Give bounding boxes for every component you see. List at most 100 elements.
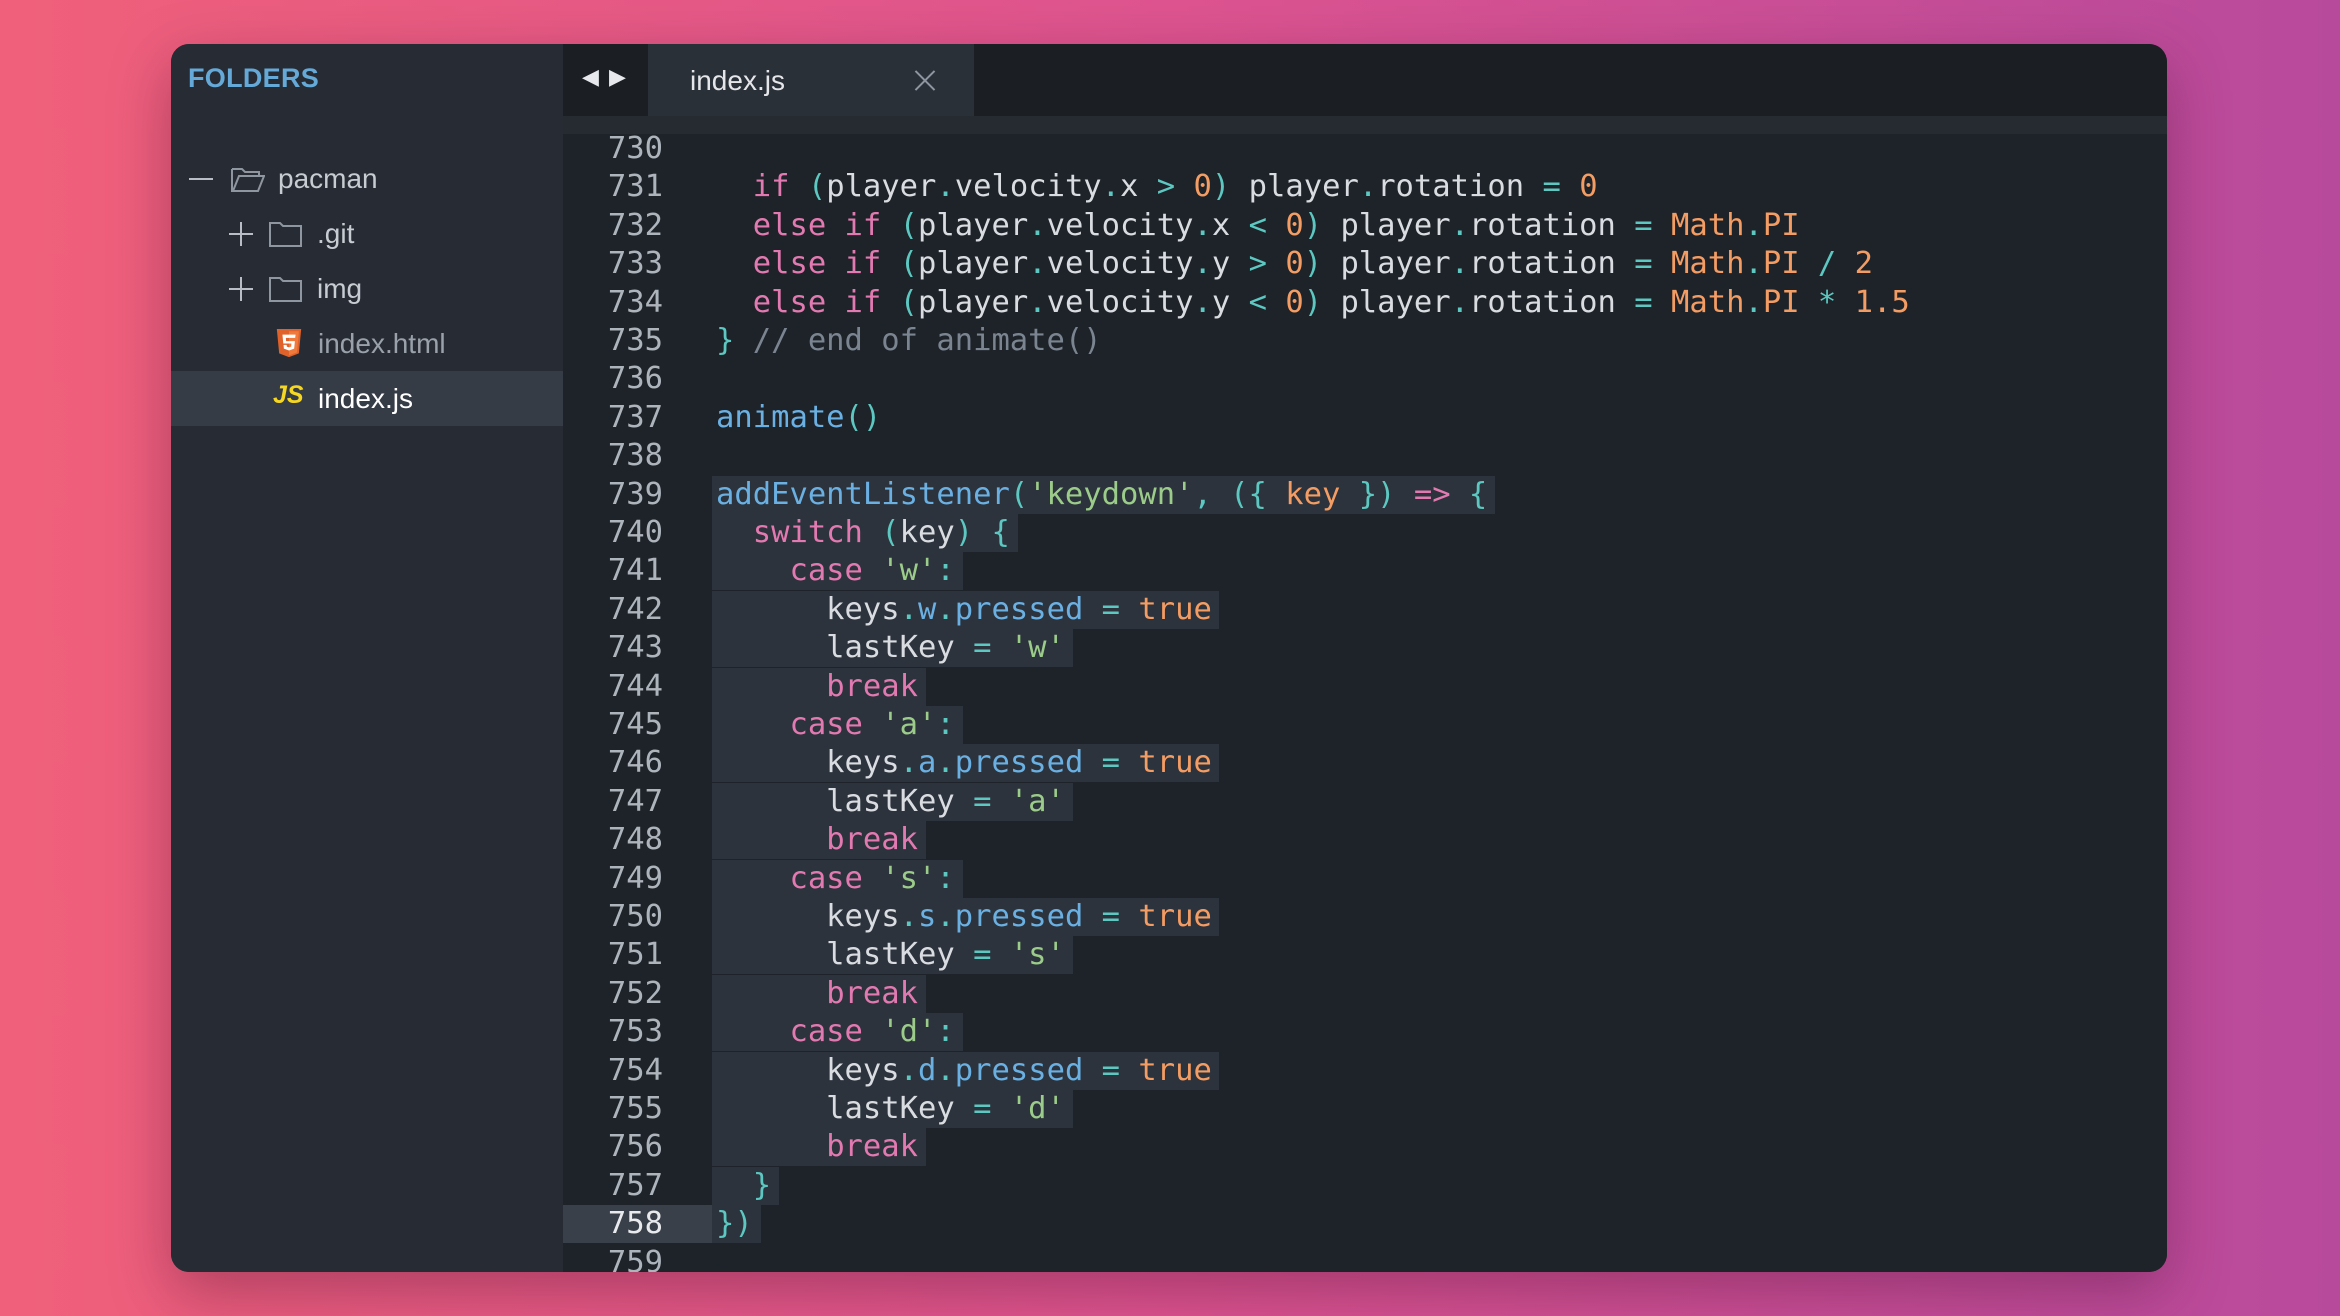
code-token: 's' (881, 860, 937, 896)
code-token: true (1138, 591, 1212, 627)
code-token: // end of animate() (752, 323, 1102, 358)
code-token: 'keydown' (1028, 476, 1194, 512)
code-token: case (789, 860, 882, 896)
code-token: = (973, 937, 1010, 973)
code-token: 'a' (881, 707, 937, 742)
code-line[interactable]: animate() (716, 399, 881, 437)
code-line[interactable]: keys.s.pressed = true (716, 898, 1212, 936)
expand-icon[interactable] (229, 222, 253, 246)
code-line[interactable]: break (716, 975, 918, 1013)
code-token: case (789, 1014, 882, 1050)
code-token: true (1138, 899, 1212, 934)
code-line[interactable]: addEventListener('keydown', ({ key }) =>… (716, 476, 1487, 514)
code-token: lastKey (716, 630, 974, 666)
line-number: 759 (607, 1244, 663, 1272)
code-line[interactable]: } // end of animate() (716, 322, 1102, 360)
code-line[interactable]: keys.d.pressed = true (716, 1052, 1212, 1090)
close-icon[interactable] (914, 69, 936, 91)
code-token: player (1248, 169, 1359, 205)
code-token: keys (716, 1052, 900, 1088)
tree-item-pacman[interactable]: pacman (171, 151, 563, 206)
code-line[interactable]: lastKey = 'a' (716, 783, 1065, 821)
line-number: 754 (607, 1052, 663, 1088)
code-token: . (1028, 207, 1047, 243)
line-number: 755 (607, 1091, 663, 1126)
tab-bar-divider (563, 116, 2167, 134)
code-token: true (1138, 745, 1212, 781)
folder-open-icon (231, 168, 265, 192)
tab-label: index.js (690, 65, 785, 96)
code-token: . (1744, 284, 1763, 320)
code-line[interactable]: break (716, 821, 918, 859)
collapse-icon[interactable] (189, 167, 213, 191)
tab-index-js[interactable]: index.js (648, 44, 974, 116)
code-token: 0 (1285, 246, 1304, 282)
sidebar-header: FOLDERS (188, 63, 320, 93)
code-line[interactable]: } (716, 1167, 771, 1205)
code-token: : (936, 860, 955, 896)
code-token: ( (899, 207, 919, 243)
code-token: PI (1762, 284, 1818, 320)
code-token: < (1248, 284, 1286, 320)
code-line[interactable]: lastKey = 's' (716, 936, 1065, 974)
code-token: . (1450, 246, 1469, 282)
line-number: 753 (607, 1014, 663, 1050)
code-line[interactable]: case 'a': (716, 706, 954, 744)
code-token: { (1468, 476, 1488, 512)
code-token: key (1285, 476, 1341, 512)
forward-arrow-icon[interactable]: ▶ (609, 64, 626, 90)
code-line[interactable]: keys.a.pressed = true (716, 744, 1212, 782)
code-line[interactable]: else if (player.velocity.x < 0) player.r… (716, 207, 1800, 245)
code-token: () (844, 399, 882, 435)
folder-icon (269, 222, 302, 247)
code-token: ( (1009, 476, 1029, 512)
code-line[interactable]: else if (player.velocity.y < 0) player.r… (716, 284, 1910, 322)
code-token: case (789, 553, 882, 589)
code-token: . (1744, 207, 1763, 243)
code-token: 'd' (1009, 1091, 1065, 1126)
line-number: 739 (607, 476, 663, 512)
code-line[interactable]: else if (player.velocity.y > 0) player.r… (716, 245, 1873, 283)
code-token: . (899, 745, 919, 781)
code-token: animate (716, 399, 845, 435)
code-line[interactable]: case 'd': (716, 1013, 954, 1051)
code-line[interactable]: switch (key) { (716, 514, 1010, 552)
code-token: = (1634, 207, 1671, 243)
code-token: d (918, 1052, 937, 1088)
code-line[interactable]: break (716, 1128, 918, 1166)
line-number: 746 (607, 745, 663, 781)
code-token: pressed (954, 1052, 1102, 1088)
code-line[interactable]: case 'w': (716, 552, 954, 590)
tree-item-index-html[interactable]: index.html (171, 316, 563, 371)
code-token: . (1028, 246, 1047, 282)
code-line[interactable]: if (player.velocity.x > 0) player.rotati… (716, 168, 1598, 206)
line-number: 733 (607, 246, 663, 282)
code-token: pressed (954, 745, 1102, 781)
code-line[interactable]: lastKey = 'd' (716, 1090, 1065, 1128)
code-line[interactable]: }) (716, 1205, 753, 1243)
code-token: } (716, 1167, 772, 1203)
code-token: else if (716, 246, 900, 282)
code-line[interactable]: lastKey = 'w' (716, 629, 1065, 667)
code-line[interactable]: keys.w.pressed = true (716, 591, 1212, 629)
code-token: 0 (1579, 169, 1598, 205)
tree-item-git[interactable]: .git (171, 206, 563, 261)
code-token: = (1634, 284, 1671, 320)
code-token: . (1028, 284, 1047, 320)
code-token: velocity (1046, 246, 1194, 282)
tree-item-img[interactable]: img (171, 261, 563, 316)
code-token: = (1101, 899, 1139, 934)
tree-item-label: img (317, 272, 363, 304)
tree-item-index-js[interactable]: JS index.js (171, 371, 563, 426)
back-arrow-icon[interactable]: ◀ (582, 64, 599, 90)
line-number: 742 (607, 591, 663, 627)
code-line[interactable]: case 's': (716, 860, 955, 898)
tree-item-label: index.html (318, 327, 446, 359)
code-line[interactable]: break (716, 668, 918, 706)
js-icon: JS (273, 381, 304, 409)
code-editor[interactable]: 730 731 if (player.velocity.x > 0) player… (563, 134, 2167, 1272)
expand-icon[interactable] (229, 277, 253, 301)
